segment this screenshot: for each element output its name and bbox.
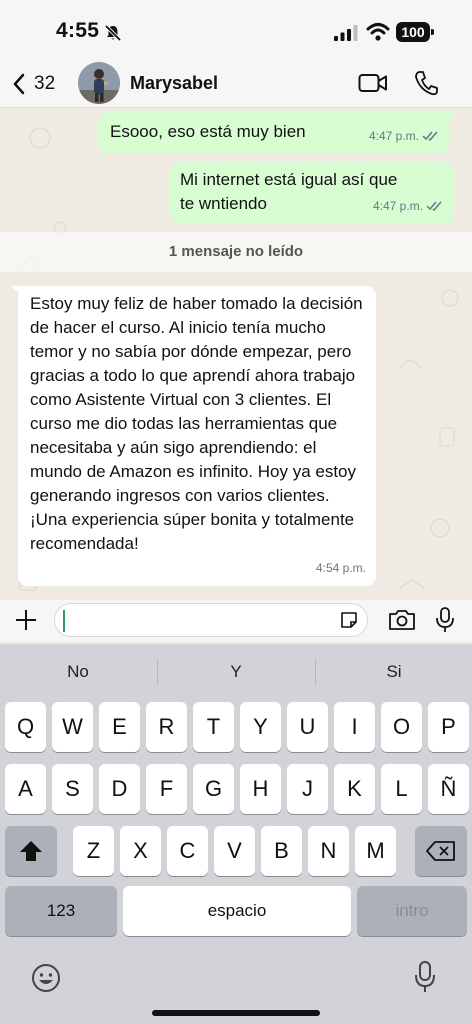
suggestion-item[interactable]: Si	[316, 654, 472, 690]
key-j[interactable]: J	[287, 764, 328, 814]
video-camera-icon[interactable]	[358, 72, 388, 94]
text-cursor	[63, 610, 65, 632]
key-h[interactable]: H	[240, 764, 281, 814]
key-u[interactable]: U	[287, 702, 328, 752]
message-outgoing[interactable]: Esooo, eso está muy bien 4:47 p.m.	[98, 112, 457, 154]
key-o[interactable]: O	[381, 702, 422, 752]
dictation-icon[interactable]	[414, 960, 436, 994]
key-q[interactable]: Q	[5, 702, 46, 752]
numbers-key[interactable]: 123	[5, 886, 117, 936]
key-v[interactable]: V	[214, 826, 255, 876]
message-input[interactable]	[54, 603, 368, 637]
unread-divider: 1 mensaje no leído	[0, 232, 472, 272]
key-f[interactable]: F	[146, 764, 187, 814]
key-l[interactable]: L	[381, 764, 422, 814]
message-text: Estoy muy feliz de haber tomado la decis…	[30, 294, 363, 553]
key-enye[interactable]: Ñ	[428, 764, 469, 814]
chat-header: 32 Marysabel	[0, 62, 472, 108]
key-m[interactable]: M	[355, 826, 396, 876]
plus-icon[interactable]	[14, 608, 38, 632]
battery-level: 100	[396, 22, 430, 42]
shift-key[interactable]	[5, 826, 57, 876]
avatar-image	[78, 62, 120, 104]
message-incoming[interactable]: Estoy muy feliz de haber tomado la decis…	[11, 286, 376, 586]
message-text: Esooo, eso está muy bien	[110, 122, 306, 141]
phone-icon[interactable]	[414, 70, 438, 96]
suggestion-bar: No Y Si	[0, 654, 472, 690]
keyboard: No Y Si Q W E R T Y U I O P A S D F G H …	[0, 644, 472, 1024]
key-e[interactable]: E	[99, 702, 140, 752]
message-outgoing[interactable]: Mi internet está igual así que te wntien…	[170, 162, 454, 224]
message-time: 4:47 p.m.	[368, 129, 419, 143]
space-key[interactable]: espacio	[123, 886, 351, 936]
bell-off-icon	[104, 24, 122, 42]
shift-icon	[20, 841, 42, 861]
chat-messages[interactable]: Esooo, eso está muy bien 4:47 p.m. Mi in…	[0, 108, 472, 600]
key-p[interactable]: P	[428, 702, 469, 752]
key-k[interactable]: K	[334, 764, 375, 814]
key-y[interactable]: Y	[240, 702, 281, 752]
key-a[interactable]: A	[5, 764, 46, 814]
microphone-icon[interactable]	[434, 606, 456, 634]
return-key[interactable]: intro	[357, 886, 467, 936]
status-time: 4:55	[56, 19, 100, 42]
camera-icon[interactable]	[388, 608, 416, 632]
key-s[interactable]: S	[52, 764, 93, 814]
back-button[interactable]: 32	[12, 68, 55, 100]
chevron-left-icon	[13, 73, 25, 95]
key-n[interactable]: N	[308, 826, 349, 876]
key-w[interactable]: W	[52, 702, 93, 752]
sticker-icon[interactable]	[339, 610, 359, 630]
status-bar: 4:55 100	[0, 0, 472, 62]
double-check-icon	[426, 201, 442, 212]
key-b[interactable]: B	[261, 826, 302, 876]
avatar[interactable]	[78, 62, 120, 104]
input-bar	[0, 600, 472, 642]
key-c[interactable]: C	[167, 826, 208, 876]
key-g[interactable]: G	[193, 764, 234, 814]
suggestion-item[interactable]: No	[0, 654, 156, 690]
key-i[interactable]: I	[334, 702, 375, 752]
message-time: 4:54 p.m.	[315, 561, 366, 575]
contact-name[interactable]: Marysabel	[130, 73, 218, 94]
wifi-icon	[366, 23, 390, 41]
key-r[interactable]: R	[146, 702, 187, 752]
key-x[interactable]: X	[120, 826, 161, 876]
home-indicator	[152, 1010, 320, 1016]
backspace-key[interactable]	[415, 826, 467, 876]
double-check-icon	[422, 131, 438, 142]
backspace-icon	[426, 841, 455, 861]
suggestion-item[interactable]: Y	[158, 654, 314, 690]
unread-chats-count: 32	[34, 73, 56, 94]
signal-icon	[334, 25, 358, 41]
message-time: 4:47 p.m.	[372, 199, 423, 213]
key-t[interactable]: T	[193, 702, 234, 752]
emoji-icon[interactable]	[30, 962, 62, 994]
battery-icon: 100	[396, 22, 434, 42]
key-z[interactable]: Z	[73, 826, 114, 876]
key-d[interactable]: D	[99, 764, 140, 814]
